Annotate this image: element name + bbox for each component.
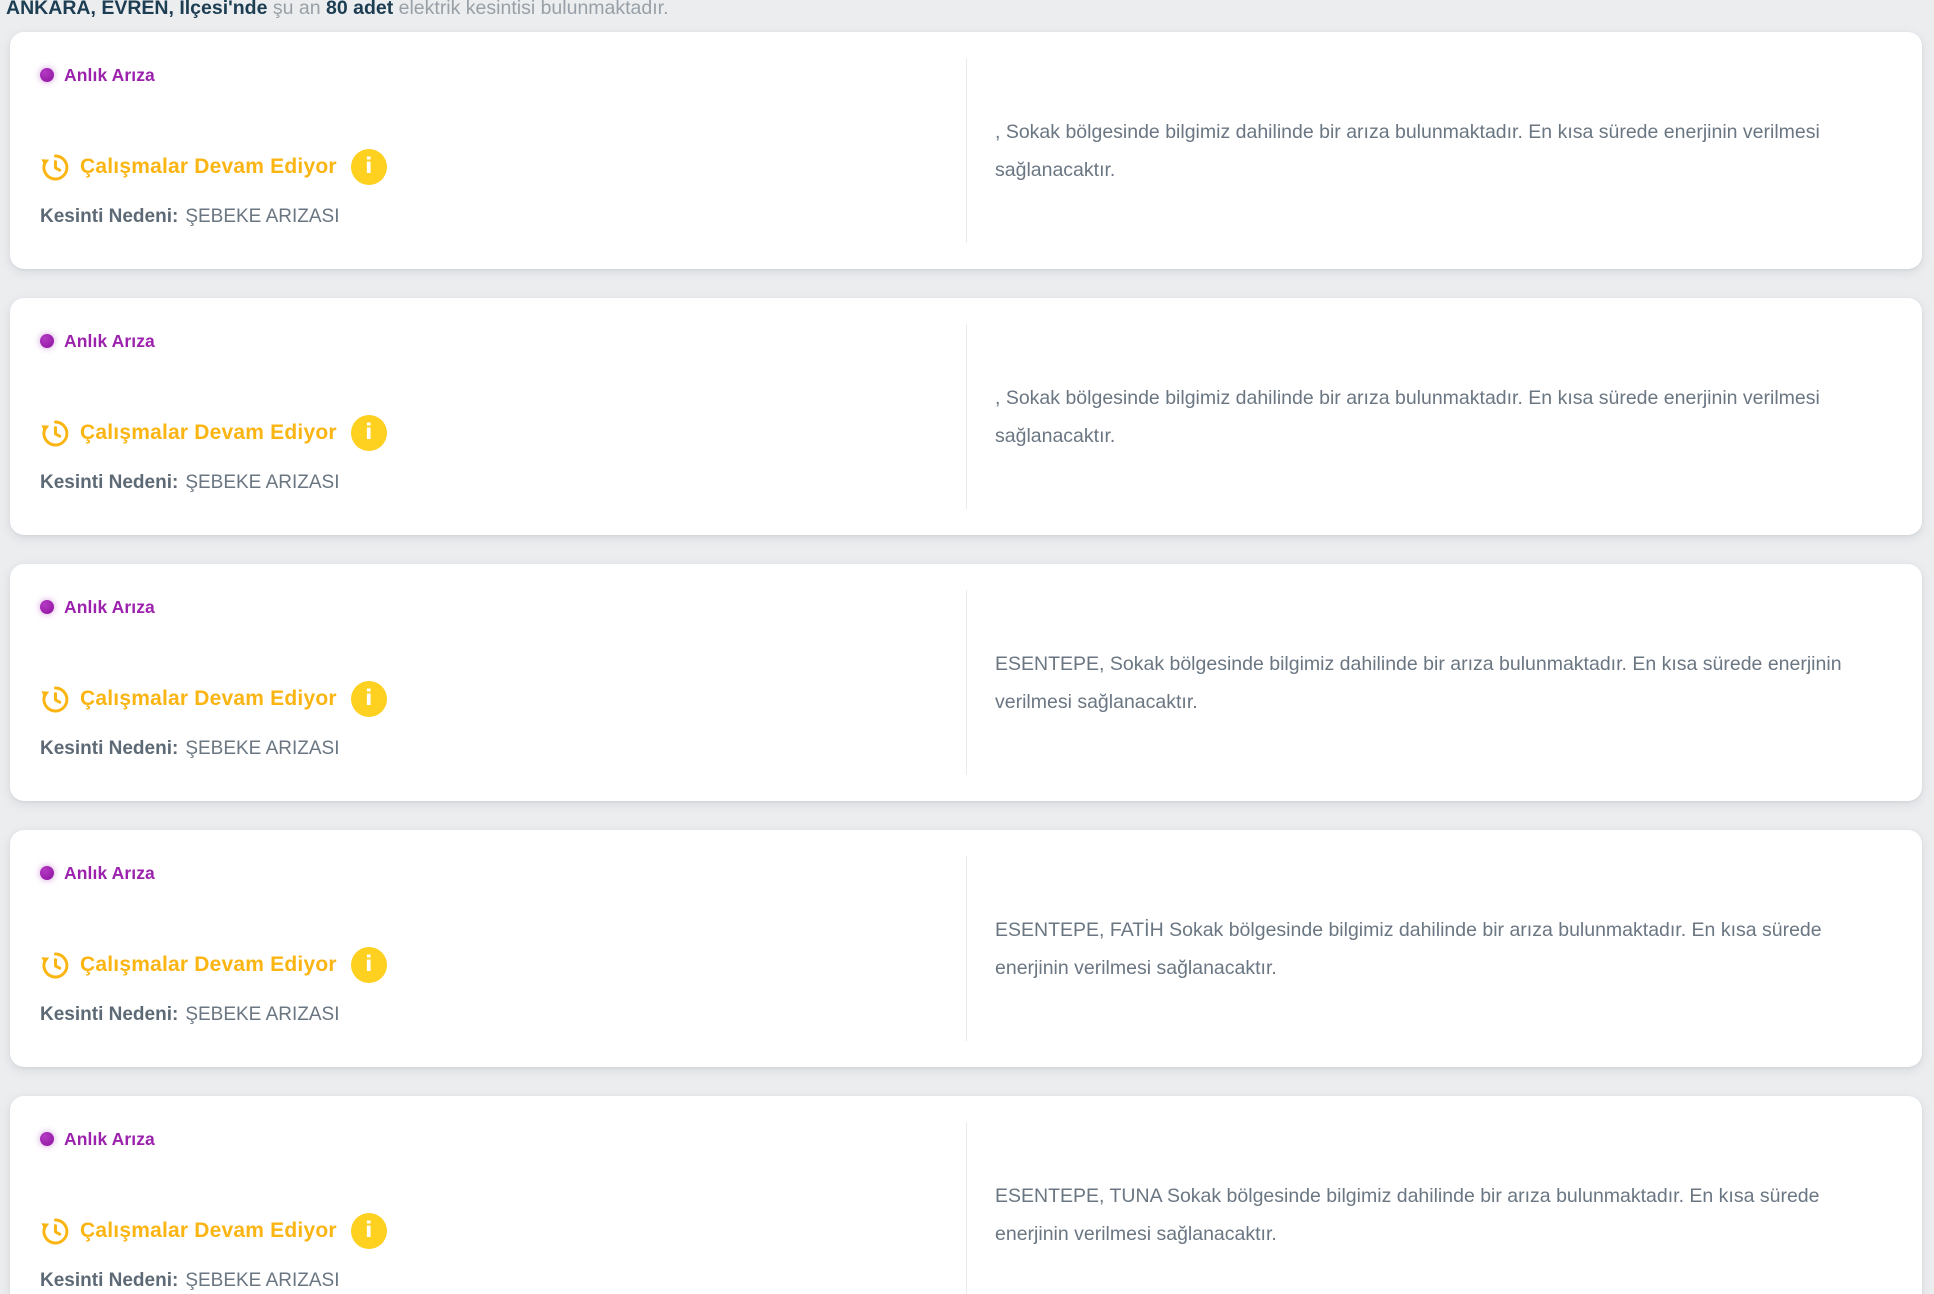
info-icon[interactable]: i bbox=[351, 1213, 387, 1249]
history-icon bbox=[40, 684, 71, 715]
reason-label: Kesinti Nedeni: bbox=[40, 206, 178, 228]
outage-card: Anlık Arıza Çalışmalar Devam Ediyor i bbox=[10, 1096, 1922, 1294]
status-dot-icon bbox=[40, 68, 54, 82]
info-icon-glyph: i bbox=[365, 156, 372, 177]
outage-type-label: Anlık Arıza bbox=[64, 863, 155, 884]
outage-reason: Kesinti Nedeni: ŞEBEKE ARIZASI bbox=[40, 204, 946, 230]
outage-list-page: ANKARA, EVREN, İlçesi'nde şu an 80 adet … bbox=[0, 0, 1934, 1290]
status-label: Çalışmalar Devam Ediyor bbox=[80, 953, 337, 977]
card-right-column: , Sokak bölgesinde bilgimiz dahilinde bi… bbox=[966, 58, 1922, 243]
card-left-column: Anlık Arıza Çalışmalar Devam Ediyor i bbox=[10, 564, 966, 801]
history-icon bbox=[40, 950, 71, 981]
outage-type-label: Anlık Arıza bbox=[64, 65, 155, 86]
card-left-column: Anlık Arıza Çalışmalar Devam Ediyor i bbox=[10, 32, 966, 269]
reason-label: Kesinti Nedeni: bbox=[40, 1004, 178, 1026]
outage-card: Anlık Arıza Çalışmalar Devam Ediyor i bbox=[10, 830, 1922, 1067]
outage-type-badge: Anlık Arıza bbox=[40, 64, 946, 86]
card-right-column: ESENTEPE, TUNA Sokak bölgesinde bilgimiz… bbox=[966, 1122, 1922, 1294]
outage-card-list: Anlık Arıza Çalışmalar Devam Ediyor i bbox=[10, 32, 1922, 1294]
reason-value: ŞEBEKE ARIZASI bbox=[185, 1270, 339, 1292]
outage-card: Anlık Arıza Çalışmalar Devam Ediyor i bbox=[10, 298, 1922, 535]
card-left-column: Anlık Arıza Çalışmalar Devam Ediyor i bbox=[10, 1096, 966, 1294]
status-label: Çalışmalar Devam Ediyor bbox=[80, 1219, 337, 1243]
card-right-column: ESENTEPE, FATİH Sokak bölgesinde bilgimi… bbox=[966, 856, 1922, 1041]
status-row: Çalışmalar Devam Ediyor i bbox=[40, 680, 946, 718]
outage-description: ESENTEPE, TUNA Sokak bölgesinde bilgimiz… bbox=[995, 1177, 1896, 1253]
reason-label: Kesinti Nedeni: bbox=[40, 1270, 178, 1292]
outage-reason: Kesinti Nedeni: ŞEBEKE ARIZASI bbox=[40, 1268, 946, 1294]
status-row: Çalışmalar Devam Ediyor i bbox=[40, 1212, 946, 1250]
reason-value: ŞEBEKE ARIZASI bbox=[185, 1004, 339, 1026]
outage-type-badge: Anlık Arıza bbox=[40, 862, 946, 884]
status-row: Çalışmalar Devam Ediyor i bbox=[40, 946, 946, 984]
info-icon[interactable]: i bbox=[351, 149, 387, 185]
info-icon-glyph: i bbox=[365, 954, 372, 975]
info-icon-glyph: i bbox=[365, 688, 372, 709]
reason-value: ŞEBEKE ARIZASI bbox=[185, 206, 339, 228]
info-icon[interactable]: i bbox=[351, 415, 387, 451]
outage-type-label: Anlık Arıza bbox=[64, 1129, 155, 1150]
history-icon bbox=[40, 418, 71, 449]
outage-type-badge: Anlık Arıza bbox=[40, 1128, 946, 1150]
info-icon[interactable]: i bbox=[351, 681, 387, 717]
history-icon bbox=[40, 152, 71, 183]
info-icon-glyph: i bbox=[365, 1220, 372, 1241]
status-row: Çalışmalar Devam Ediyor i bbox=[40, 148, 946, 186]
card-left-column: Anlık Arıza Çalışmalar Devam Ediyor i bbox=[10, 830, 966, 1067]
outage-card: Anlık Arıza Çalışmalar Devam Ediyor i bbox=[10, 564, 1922, 801]
outage-type-badge: Anlık Arıza bbox=[40, 330, 946, 352]
outage-card: Anlık Arıza Çalışmalar Devam Ediyor i bbox=[10, 32, 1922, 269]
outage-reason: Kesinti Nedeni: ŞEBEKE ARIZASI bbox=[40, 1002, 946, 1028]
status-dot-icon bbox=[40, 334, 54, 348]
card-left-column: Anlık Arıza Çalışmalar Devam Ediyor i bbox=[10, 298, 966, 535]
outage-reason: Kesinti Nedeni: ŞEBEKE ARIZASI bbox=[40, 736, 946, 762]
reason-value: ŞEBEKE ARIZASI bbox=[185, 738, 339, 760]
outage-type-label: Anlık Arıza bbox=[64, 331, 155, 352]
outage-reason: Kesinti Nedeni: ŞEBEKE ARIZASI bbox=[40, 470, 946, 496]
status-label: Çalışmalar Devam Ediyor bbox=[80, 155, 337, 179]
status-label: Çalışmalar Devam Ediyor bbox=[80, 421, 337, 445]
outage-type-badge: Anlık Arıza bbox=[40, 596, 946, 618]
info-icon-glyph: i bbox=[365, 422, 372, 443]
outage-description: , Sokak bölgesinde bilgimiz dahilinde bi… bbox=[995, 379, 1896, 455]
summary-mid-text: şu an bbox=[273, 0, 321, 19]
history-icon bbox=[40, 1216, 71, 1247]
status-dot-icon bbox=[40, 600, 54, 614]
outage-description: , Sokak bölgesinde bilgimiz dahilinde bi… bbox=[995, 113, 1896, 189]
reason-label: Kesinti Nedeni: bbox=[40, 472, 178, 494]
outage-type-label: Anlık Arıza bbox=[64, 597, 155, 618]
status-dot-icon bbox=[40, 1132, 54, 1146]
outage-summary-header: ANKARA, EVREN, İlçesi'nde şu an 80 adet … bbox=[0, 0, 1934, 20]
status-label: Çalışmalar Devam Ediyor bbox=[80, 687, 337, 711]
summary-tail-text: elektrik kesintisi bulunmaktadır. bbox=[399, 0, 669, 19]
outage-description: ESENTEPE, Sokak bölgesinde bilgimiz dahi… bbox=[995, 645, 1896, 721]
status-dot-icon bbox=[40, 866, 54, 880]
reason-value: ŞEBEKE ARIZASI bbox=[185, 472, 339, 494]
info-icon[interactable]: i bbox=[351, 947, 387, 983]
summary-count: 80 adet bbox=[326, 0, 393, 19]
card-right-column: ESENTEPE, Sokak bölgesinde bilgimiz dahi… bbox=[966, 590, 1922, 775]
reason-label: Kesinti Nedeni: bbox=[40, 738, 178, 760]
card-right-column: , Sokak bölgesinde bilgimiz dahilinde bi… bbox=[966, 324, 1922, 509]
status-row: Çalışmalar Devam Ediyor i bbox=[40, 414, 946, 452]
outage-description: ESENTEPE, FATİH Sokak bölgesinde bilgimi… bbox=[995, 911, 1896, 987]
summary-location: ANKARA, EVREN, İlçesi'nde bbox=[6, 0, 267, 19]
